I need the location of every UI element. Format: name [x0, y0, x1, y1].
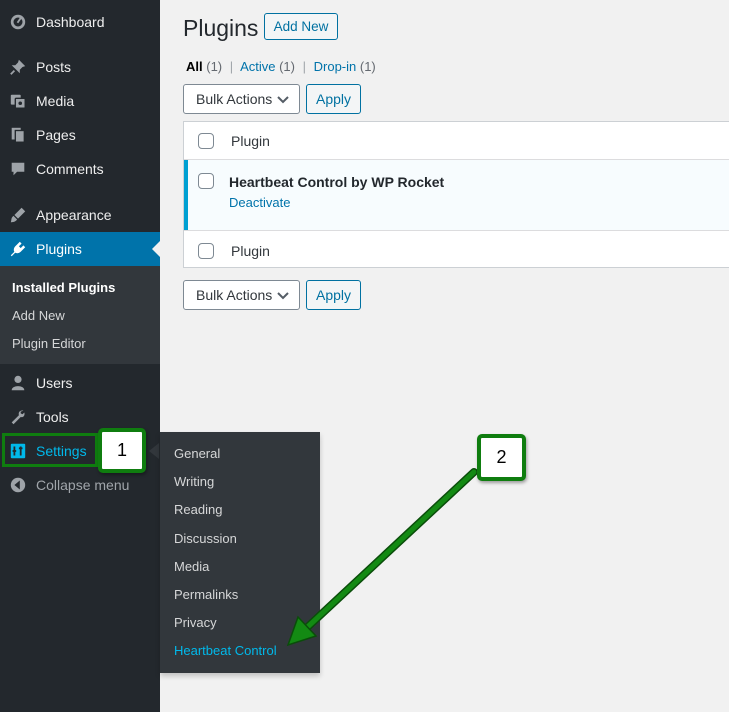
flyout-item-writing[interactable]: Writing — [174, 473, 214, 491]
bulk-actions-select-bottom[interactable]: Bulk Actions — [183, 280, 300, 310]
filter-all[interactable]: All — [186, 59, 203, 74]
table-row: Heartbeat Control by WP Rocket Deactivat… — [184, 159, 729, 231]
flyout-item-media[interactable]: Media — [174, 558, 209, 576]
sidebar-item-users[interactable]: Users — [0, 366, 160, 400]
sidebar-item-comments[interactable]: Comments — [0, 152, 160, 186]
admin-sidebar: Dashboard Posts Media Pages Comments App… — [0, 0, 160, 712]
sidebar-item-label: Dashboard — [36, 14, 105, 30]
sidebar-item-plugins[interactable]: Plugins — [0, 232, 160, 266]
plugins-submenu: Installed Plugins Add New Plugin Editor — [0, 266, 160, 364]
deactivate-link[interactable]: Deactivate — [229, 195, 290, 211]
filter-dropin[interactable]: Drop-in — [314, 59, 357, 74]
submenu-installed-plugins[interactable]: Installed Plugins — [12, 279, 115, 297]
select-all-checkbox-footer[interactable] — [198, 243, 214, 259]
flyout-item-permalinks[interactable]: Permalinks — [174, 586, 238, 604]
select-all-checkbox[interactable] — [198, 133, 214, 149]
sidebar-item-posts[interactable]: Posts — [0, 50, 160, 84]
paintbrush-icon — [8, 206, 28, 224]
apply-button-top[interactable]: Apply — [306, 84, 361, 114]
sidebar-item-label: Plugins — [36, 241, 82, 257]
sidebar-item-label: Comments — [36, 161, 104, 177]
filter-separator: | — [302, 59, 306, 74]
comment-icon — [8, 160, 28, 178]
pin-icon — [8, 58, 28, 76]
flyout-item-privacy[interactable]: Privacy — [174, 614, 217, 632]
plugin-icon — [8, 240, 28, 258]
pages-icon — [8, 126, 28, 144]
sidebar-item-label: Pages — [36, 127, 76, 143]
page-title: Plugins — [183, 15, 259, 41]
flyout-item-general[interactable]: General — [174, 445, 220, 463]
column-footer-plugin[interactable]: Plugin — [231, 242, 270, 260]
bulk-actions-label: Bulk Actions — [196, 287, 273, 303]
chevron-down-icon — [277, 292, 289, 300]
sidebar-item-appearance[interactable]: Appearance — [0, 198, 160, 232]
sidebar-item-label: Posts — [36, 59, 72, 75]
plugin-status-filters: All (1) | Active (1) | Drop-in (1) — [186, 59, 376, 75]
settings-flyout-menu: General Writing Reading Discussion Media… — [160, 432, 320, 673]
bulk-actions-select-top[interactable]: Bulk Actions — [183, 84, 300, 114]
filter-active[interactable]: Active — [240, 59, 275, 74]
collapse-icon — [8, 476, 28, 494]
sidebar-item-label: Tools — [36, 409, 69, 425]
filter-separator: | — [229, 59, 234, 74]
flyout-item-discussion[interactable]: Discussion — [174, 530, 237, 548]
annotation-badge-2: 2 — [477, 434, 526, 481]
submenu-plugin-editor[interactable]: Plugin Editor — [12, 335, 86, 353]
filter-dropin-count: (1) — [359, 59, 376, 74]
sidebar-item-label: Appearance — [36, 207, 112, 223]
settings-highlight-frame — [2, 433, 98, 467]
sidebar-item-label: Media — [36, 93, 75, 109]
filter-active-count: (1) — [279, 59, 295, 74]
submenu-add-new[interactable]: Add New — [12, 307, 65, 325]
flyout-pointer — [149, 443, 159, 459]
flyout-item-reading[interactable]: Reading — [174, 501, 222, 519]
bulk-actions-label: Bulk Actions — [196, 91, 273, 107]
column-header-plugin[interactable]: Plugin — [231, 132, 270, 150]
plugins-table: Plugin Heartbeat Control by WP Rocket De… — [183, 121, 729, 268]
apply-button-bottom[interactable]: Apply — [306, 280, 361, 310]
annotation-badge-1: 1 — [98, 428, 146, 473]
wrench-icon — [8, 408, 28, 426]
sidebar-item-dashboard[interactable]: Dashboard — [0, 5, 160, 39]
dashboard-icon — [8, 13, 28, 31]
media-icon — [8, 92, 28, 110]
sidebar-item-label: Users — [36, 375, 73, 391]
sidebar-item-label: Collapse menu — [36, 477, 130, 493]
add-new-button[interactable]: Add New — [264, 13, 338, 40]
plugin-name: Heartbeat Control by WP Rocket — [229, 174, 445, 190]
sidebar-item-pages[interactable]: Pages — [0, 118, 160, 152]
user-icon — [8, 374, 28, 392]
filter-all-count: (1) — [206, 59, 223, 74]
sidebar-item-media[interactable]: Media — [0, 84, 160, 118]
flyout-item-heartbeat-control[interactable]: Heartbeat Control — [174, 642, 277, 660]
collapse-menu-button[interactable]: Collapse menu — [0, 468, 160, 502]
chevron-down-icon — [277, 96, 289, 104]
row-checkbox[interactable] — [198, 173, 214, 189]
